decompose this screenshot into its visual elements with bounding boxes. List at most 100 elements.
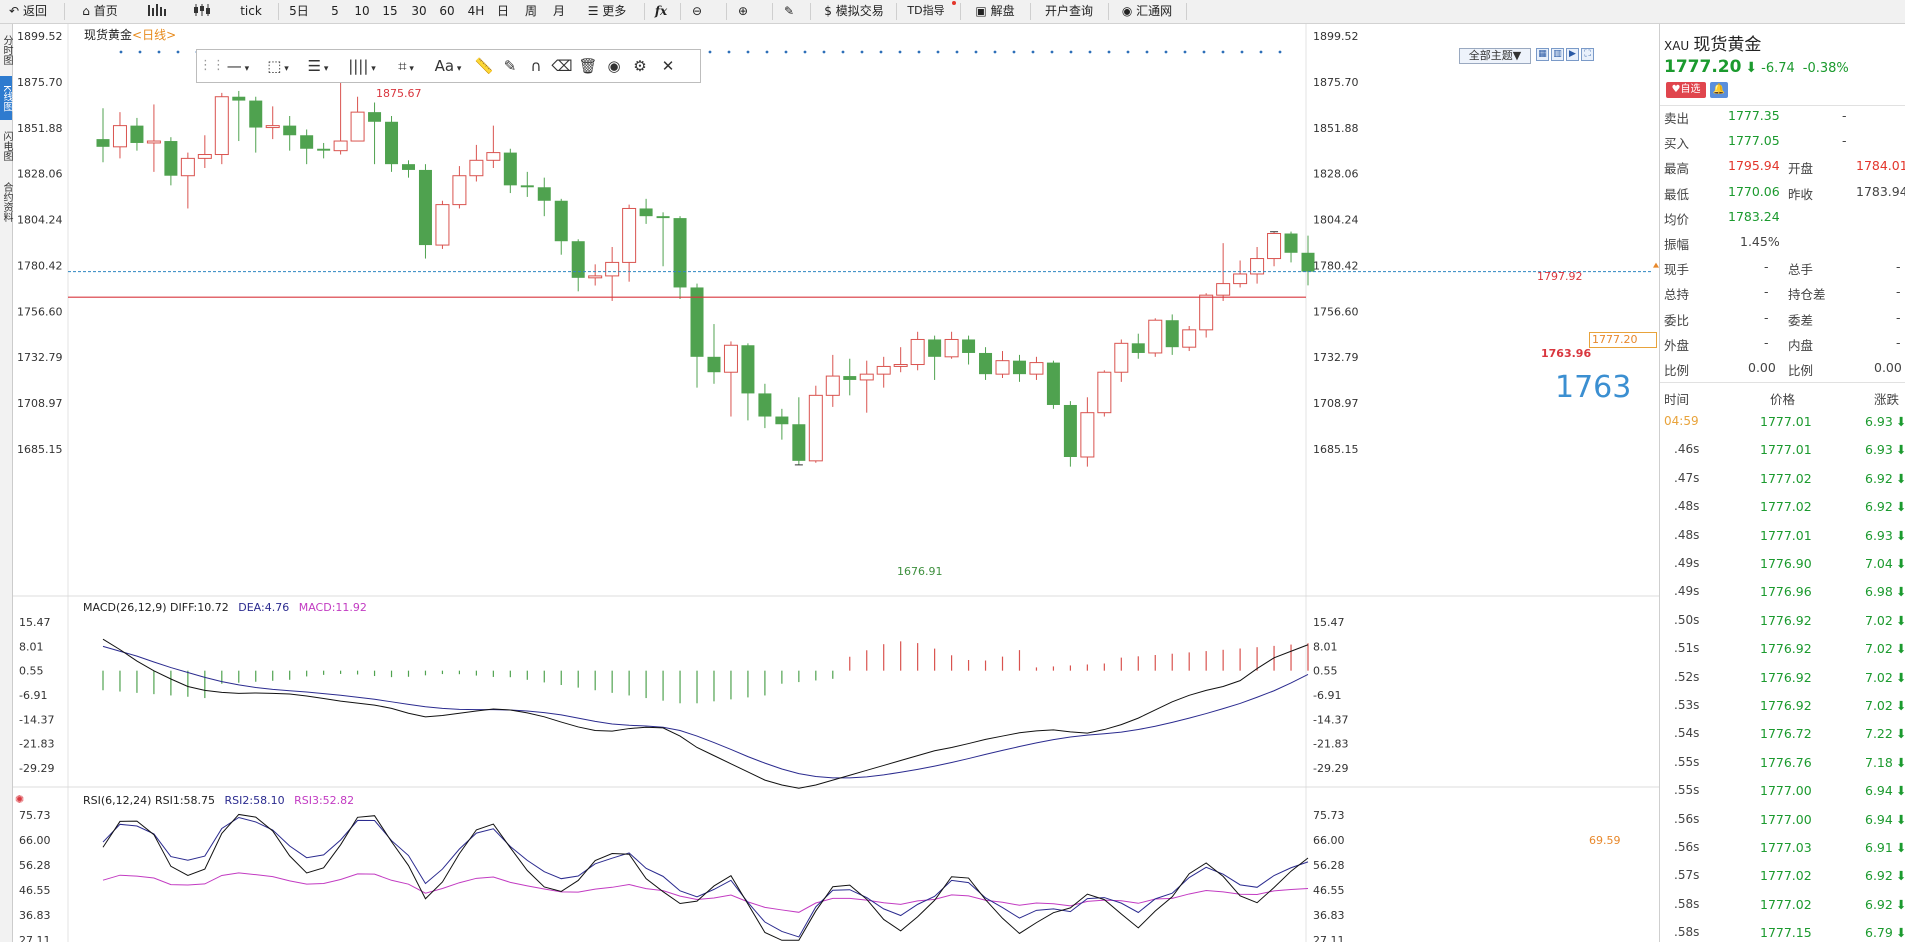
bar-chart-button[interactable] (142, 0, 172, 22)
tick-time: .55s (1674, 754, 1700, 769)
candlestick-button[interactable] (188, 0, 218, 22)
candle-body (1216, 283, 1231, 296)
quote-label: 比例 (1788, 363, 1814, 378)
tick-change: 6.94 (1865, 811, 1893, 827)
tick-row: .52s 1776.92 7.02 ⬇ (1660, 664, 1905, 692)
ruler-button[interactable]: 📏 (473, 50, 495, 82)
candle-body (537, 187, 551, 201)
last-price: 1777.20 (1664, 57, 1742, 77)
period-15min[interactable]: 15 (378, 0, 402, 22)
close-icon: ✕ (661, 57, 675, 75)
text-tool-button[interactable]: Aa ▾ (429, 50, 467, 82)
td-guide-button[interactable]: TD指导 (904, 0, 948, 22)
down-arrow-icon: ⬇ (1896, 527, 1905, 543)
fib-tool-button[interactable]: ☰ ▾ (299, 50, 337, 82)
period-60min[interactable]: 60 (434, 0, 460, 22)
period-5day[interactable]: 5日 (284, 0, 314, 22)
quote-label: 比例 (1664, 363, 1690, 378)
guide-dot (1050, 50, 1054, 54)
tab-timeshare[interactable]: 分时图 (0, 28, 12, 72)
account-query-button[interactable]: 开户查询 (1038, 0, 1100, 22)
unlock-button[interactable]: ▣ 解盘 (968, 0, 1022, 22)
eraser-button[interactable]: ⌫ (551, 50, 573, 82)
theme-select[interactable]: 全部主题▼ (1459, 48, 1531, 64)
add-watchlist-button[interactable]: ♥自选 (1666, 82, 1706, 98)
line-tool-button[interactable]: — ▾ (219, 50, 257, 82)
candle-body (928, 339, 942, 357)
chart-area[interactable]: 1899.52 1899.52 1875.70 1875.70 1851.88 1851.… (13, 24, 1659, 942)
rsi-tick-label-left: 56.28 (19, 859, 51, 872)
zoom-in-button[interactable]: ⊕ (732, 0, 754, 22)
candle-body (1233, 273, 1248, 285)
candle-body (368, 112, 382, 122)
tick-change: 7.18 (1865, 754, 1893, 770)
candle-body (758, 393, 772, 417)
tab-contract-info[interactable]: 合约资料 (0, 174, 12, 230)
draw-pen-button[interactable]: ✎ (778, 0, 800, 22)
candle-body (1080, 412, 1095, 458)
period-5min[interactable]: 5 (324, 0, 346, 22)
candle-body (554, 200, 568, 242)
period-day[interactable]: 日 (492, 0, 514, 22)
tick-price: 1777.02 (1760, 499, 1812, 515)
guide-dot (1240, 50, 1244, 54)
fullscreen-button[interactable]: ⛶ (1581, 48, 1594, 61)
candle-body (1063, 404, 1077, 457)
channel-tool-button[interactable]: |||| ▾ (343, 50, 381, 82)
layout-grid-button[interactable]: ▦ (1536, 48, 1549, 61)
period-tick[interactable]: tick (234, 0, 268, 22)
brush-button[interactable]: ✎ (499, 50, 521, 82)
alert-button[interactable]: 🔔 (1710, 82, 1728, 98)
quote-label: 卖出 (1664, 111, 1690, 126)
quote-label: 最低 (1664, 186, 1690, 202)
quote-label: 外盘 (1664, 337, 1690, 353)
tab-lightning[interactable]: 闪电图 (0, 124, 12, 168)
quote-label: 委比 (1664, 312, 1690, 328)
visibility-button[interactable]: ◉ (603, 50, 625, 82)
tick-price: 1776.76 (1760, 754, 1812, 770)
tick-change: 7.02 (1865, 698, 1893, 713)
price-tick-label-right: 1780.42 (1313, 259, 1359, 272)
tab-kline[interactable]: K线图 (0, 76, 12, 120)
period-month[interactable]: 月 (548, 0, 570, 22)
pattern-tool-button[interactable]: ⌗ ▾ (387, 50, 425, 82)
period-4h[interactable]: 4H (464, 0, 488, 22)
brand-button[interactable]: ◉ 汇通网 (1116, 0, 1178, 22)
macd-tick-label-left: -21.83 (19, 738, 54, 751)
period-30min[interactable]: 30 (406, 0, 432, 22)
back-arrow-icon: ↶ (9, 4, 20, 18)
formula-button[interactable]: fx (650, 0, 672, 22)
tick-row: .54s 1776.72 7.22 ⬇ (1660, 720, 1905, 748)
drag-handle-icon[interactable]: ⋮⋮ (199, 50, 225, 82)
home-button[interactable]: ⌂ 首页 (72, 0, 128, 22)
tick-row: .48s 1777.01 6.93 ⬇ (1660, 522, 1905, 550)
rect-tool-button[interactable]: ⬚ ▾ (259, 50, 297, 82)
magnet-button[interactable]: ∩ (525, 50, 547, 82)
zoom-out-button[interactable]: ⊖ (686, 0, 708, 22)
price-tick-label-right: 1804.24 (1313, 214, 1359, 227)
candle-body (1182, 329, 1197, 348)
col-header-change: 涨跌 (1874, 392, 1900, 407)
rsi-settings-icon[interactable]: ✺ (15, 793, 24, 806)
tick-change: 6.92 (1865, 470, 1893, 486)
delete-button[interactable]: 🗑 (577, 50, 599, 82)
font-icon: Aa (434, 57, 455, 75)
period-label: <日线> (132, 28, 177, 42)
period-10min[interactable]: 10 (350, 0, 374, 22)
layout-split-button[interactable]: ▥ (1551, 48, 1564, 61)
period-week[interactable]: 周 (520, 0, 542, 22)
sim-trade-button[interactable]: $ 模拟交易 (818, 0, 890, 22)
candle-body (1250, 258, 1265, 275)
price-tick-label-right: 1899.52 (1313, 30, 1359, 43)
quote-value: 1777.05 (1728, 133, 1780, 149)
price-tick-label-right: 1851.88 (1313, 122, 1359, 135)
next-button[interactable]: ▶ (1566, 48, 1579, 61)
candle-body (707, 356, 721, 373)
close-drawbar-button[interactable]: ✕ (657, 50, 679, 82)
down-arrow-icon: ⬇ (1896, 783, 1905, 799)
back-button[interactable]: ↶ 返回 (4, 0, 52, 22)
quote-label: 最高 (1664, 161, 1690, 177)
more-button[interactable]: ☰ 更多 (578, 0, 636, 22)
more-label: 更多 (602, 4, 627, 18)
settings-button[interactable]: ⚙ (629, 50, 651, 82)
